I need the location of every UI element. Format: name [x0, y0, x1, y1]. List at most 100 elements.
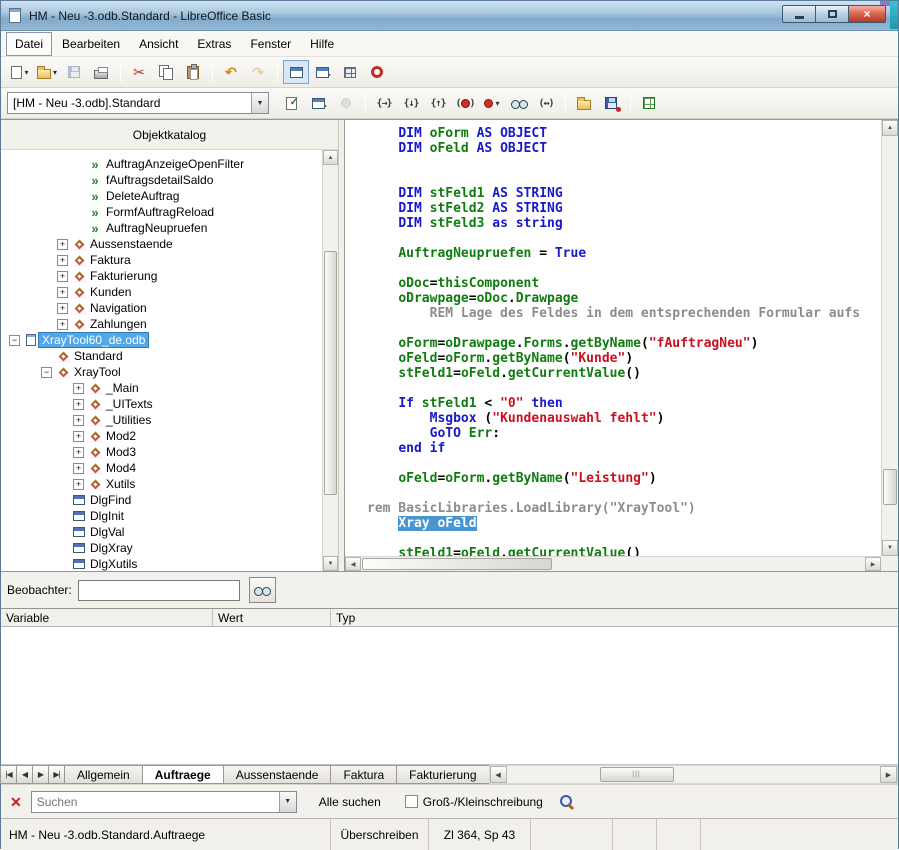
- open-document-dropdown-arrow[interactable]: ▾: [53, 68, 57, 77]
- expander-collapsed-icon[interactable]: +: [57, 303, 68, 314]
- tree-item-label[interactable]: DeleteAuftrag: [103, 189, 182, 203]
- maximize-button[interactable]: [815, 5, 849, 23]
- expander-collapsed-icon[interactable]: +: [73, 463, 84, 474]
- tab-last-button[interactable]: ▶|: [48, 765, 65, 784]
- tree-item-label[interactable]: XrayTool: [71, 365, 124, 379]
- expander-collapsed-icon[interactable]: +: [57, 255, 68, 266]
- tree-item-dlginit[interactable]: DlgInit: [1, 508, 322, 524]
- tree-item-mod3[interactable]: + Mod3: [1, 444, 322, 460]
- expander-collapsed-icon[interactable]: +: [57, 271, 68, 282]
- tab-first-button[interactable]: |◀: [0, 765, 17, 784]
- copy-button[interactable]: [153, 60, 179, 84]
- object-catalog-tree[interactable]: »AuftragAnzeigeOpenFilter»fAuftragsdetai…: [1, 150, 322, 571]
- print-document-button[interactable]: [88, 60, 114, 84]
- open-document-button[interactable]: ▾: [34, 60, 60, 84]
- tabbar-scroll-left[interactable]: ◀: [490, 766, 507, 783]
- tree-item-label[interactable]: Mod4: [103, 461, 139, 475]
- tabbar-scroll-right[interactable]: ▶: [880, 766, 897, 783]
- tree-item-label[interactable]: fAuftragsdetailSaldo: [103, 173, 216, 187]
- new-document-button[interactable]: ▾: [7, 60, 33, 84]
- tab-faktura[interactable]: Faktura: [330, 765, 397, 784]
- expander-collapsed-icon[interactable]: +: [57, 239, 68, 250]
- editor-vertical-scrollbar[interactable]: ▲ ▼: [881, 120, 898, 556]
- tree-scroll-up[interactable]: ▲: [323, 150, 338, 165]
- menu-bearbeiten[interactable]: Bearbeiten: [53, 32, 129, 56]
- tree-item-xraytool60-de-odb[interactable]: − XrayTool60_de.odb: [1, 332, 322, 348]
- tree-item-label[interactable]: AuftragNeupruefen: [103, 221, 210, 235]
- tree-item-label[interactable]: XrayTool60_de.odb: [39, 333, 148, 347]
- search-input[interactable]: [32, 792, 279, 812]
- variables-table-body[interactable]: [1, 627, 898, 764]
- tree-item--main[interactable]: +_Main: [1, 380, 322, 396]
- editor-hscroll-thumb[interactable]: [362, 558, 552, 570]
- enable-watch-button[interactable]: [506, 91, 532, 115]
- tree-item-dlgfind[interactable]: DlgFind: [1, 492, 322, 508]
- tree-scrollbar[interactable]: ▲ ▼: [322, 150, 338, 571]
- tree-scroll-down[interactable]: ▼: [323, 556, 338, 571]
- tree-item-kunden[interactable]: +Kunden: [1, 284, 322, 300]
- cut-button[interactable]: ✂: [126, 60, 152, 84]
- tree-item-aussenstaende[interactable]: +Aussenstaende: [1, 236, 322, 252]
- menu-datei[interactable]: Datei: [6, 32, 52, 56]
- editor-scroll-down[interactable]: ▼: [882, 540, 898, 556]
- single-step-button[interactable]: {↓}: [398, 91, 424, 115]
- tree-item-faktura[interactable]: +Faktura: [1, 252, 322, 268]
- tree-item-label[interactable]: Mod2: [103, 429, 139, 443]
- expander-collapsed-icon[interactable]: +: [73, 447, 84, 458]
- tree-item-label[interactable]: FormfAuftragReload: [103, 205, 217, 219]
- tree-item-label[interactable]: Fakturierung: [87, 269, 160, 283]
- tree-item-label[interactable]: Zahlungen: [87, 317, 150, 331]
- tabbar-scroll-thumb[interactable]: |||: [600, 767, 674, 782]
- redo-button[interactable]: ↷: [245, 60, 271, 84]
- library-combobox[interactable]: [HM - Neu -3.odb].Standard ▼: [7, 92, 269, 114]
- tab-auftraege[interactable]: Auftraege: [142, 765, 224, 784]
- expander-collapsed-icon[interactable]: +: [57, 319, 68, 330]
- tree-scroll-thumb[interactable]: [324, 251, 337, 495]
- tree-item-auftraganzeigeopenfilter[interactable]: »AuftragAnzeigeOpenFilter: [1, 156, 322, 172]
- tree-item-mod4[interactable]: + Mod4: [1, 460, 322, 476]
- manage-breakpoints-button[interactable]: ▾: [479, 91, 505, 115]
- library-combobox-dropdown-arrow[interactable]: ▼: [251, 93, 268, 113]
- toggle-breakpoint-button[interactable]: (): [452, 91, 478, 115]
- tree-item-label[interactable]: Kunden: [87, 285, 134, 299]
- editor-scroll-left[interactable]: ◀: [345, 557, 361, 571]
- tab-previous-button[interactable]: ◀: [16, 765, 33, 784]
- expander-collapsed-icon[interactable]: +: [73, 415, 84, 426]
- paste-button[interactable]: [180, 60, 206, 84]
- run-button[interactable]: [306, 91, 332, 115]
- insert-basic-source-button[interactable]: [571, 91, 597, 115]
- search-dropdown-arrow[interactable]: ▼: [279, 792, 296, 812]
- watch-input[interactable]: [78, 580, 240, 601]
- tab-allgemein[interactable]: Allgemein: [64, 765, 143, 784]
- expander-expanded-icon[interactable]: −: [9, 335, 20, 346]
- editor-scroll-up[interactable]: ▲: [882, 120, 898, 136]
- column-header-typ[interactable]: Typ: [331, 609, 898, 626]
- editor-scroll-right[interactable]: ▶: [865, 557, 881, 571]
- column-header-wert[interactable]: Wert: [213, 609, 331, 626]
- tree-item-zahlungen[interactable]: + Zahlungen: [1, 316, 322, 332]
- panel-splitter[interactable]: [338, 120, 345, 571]
- search-combobox[interactable]: ▼: [31, 791, 297, 813]
- menu-fenster[interactable]: Fenster: [241, 32, 300, 56]
- step-out-button[interactable]: {↑}: [425, 91, 451, 115]
- tree-item-label[interactable]: Xutils: [103, 477, 138, 491]
- enable-watch-button[interactable]: [249, 577, 276, 603]
- titlebar[interactable]: HM - Neu -3.odb.Standard - LibreOffice B…: [1, 1, 898, 31]
- code-area[interactable]: DIM oForm AS OBJECT DIM oFeld AS OBJECT …: [345, 120, 881, 556]
- tree-item-auftragneupruefen[interactable]: »AuftragNeupruefen: [1, 220, 322, 236]
- tab-fakturierung[interactable]: Fakturierung: [396, 765, 489, 784]
- tree-item-navigation[interactable]: + Navigation: [1, 300, 322, 316]
- expander-collapsed-icon[interactable]: +: [73, 399, 84, 410]
- tree-item-dlgval[interactable]: DlgVal: [1, 524, 322, 540]
- save-document-button[interactable]: [61, 60, 87, 84]
- object-catalog-button[interactable]: [283, 60, 309, 84]
- tree-item-deleteauftrag[interactable]: »DeleteAuftrag: [1, 188, 322, 204]
- tree-item-label[interactable]: Navigation: [87, 301, 150, 315]
- tree-item-label[interactable]: Standard: [71, 349, 126, 363]
- procedure-step-button[interactable]: {→}: [371, 91, 397, 115]
- tree-item-label[interactable]: Mod3: [103, 445, 139, 459]
- find-and-replace-button[interactable]: [559, 794, 574, 809]
- tree-item-label[interactable]: DlgVal: [87, 525, 127, 539]
- macros-dialog-button[interactable]: [310, 60, 336, 84]
- menu-ansicht[interactable]: Ansicht: [130, 32, 187, 56]
